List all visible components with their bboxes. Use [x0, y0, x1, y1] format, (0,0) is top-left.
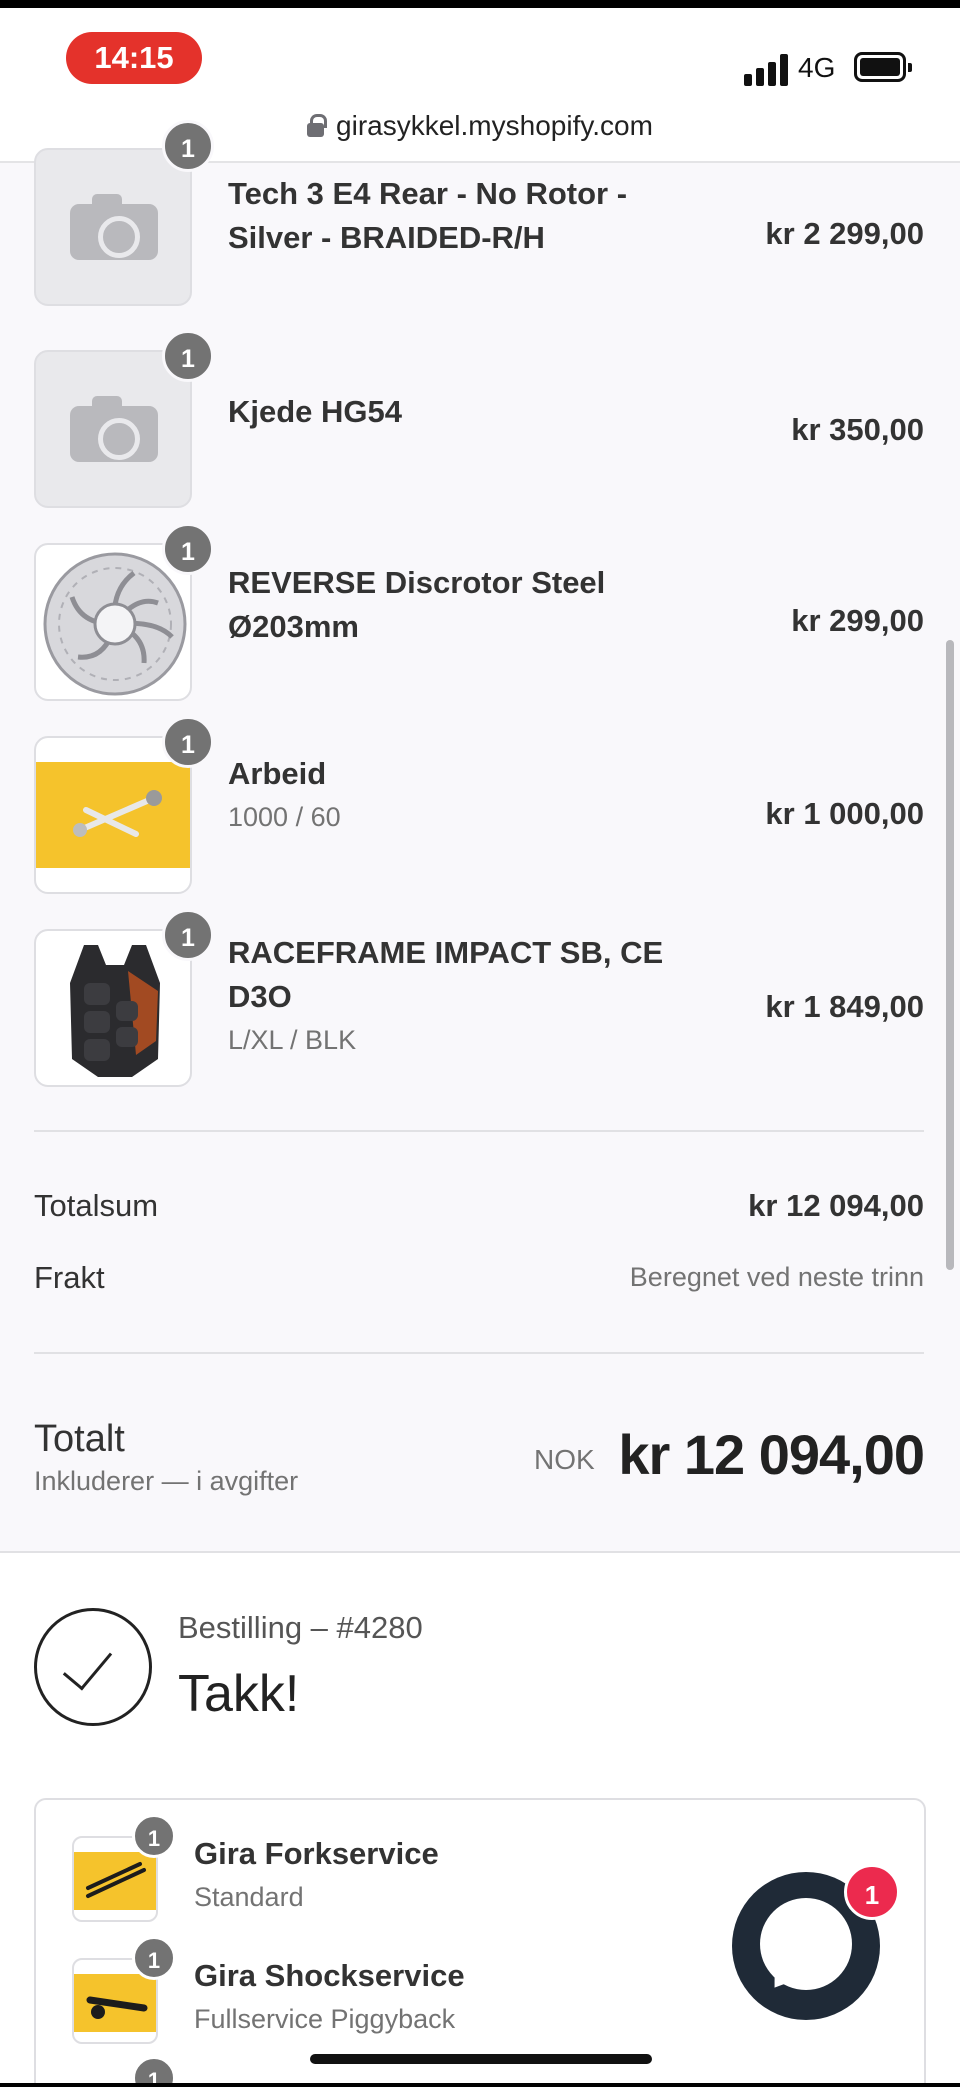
quantity-badge: 1 — [132, 1936, 176, 1980]
item-title: RACEFRAME IMPACT SB, CE D3O — [228, 935, 664, 1014]
subtotal-label: Totalsum — [34, 1188, 159, 1223]
order-item-title: Gira Forkservice — [194, 1836, 439, 1871]
checkout-screen: 14:15 4G girasykkel.myshopify.com 1 Tech… — [0, 8, 960, 2083]
checkmark-icon — [34, 1608, 152, 1726]
total-currency: NOK — [534, 1444, 595, 1475]
browser-top-bar: 14:15 4G girasykkel.myshopify.com — [0, 8, 960, 163]
battery-icon — [854, 52, 912, 82]
item-price: kr 350,00 — [791, 412, 924, 447]
item-price: kr 1 000,00 — [765, 796, 924, 831]
chat-notification-badge: 1 — [844, 1864, 900, 1920]
item-price: kr 2 299,00 — [765, 216, 924, 251]
quantity-badge: 1 — [132, 2056, 176, 2083]
url-bar[interactable]: girasykkel.myshopify.com — [0, 110, 960, 142]
scrollbar[interactable] — [946, 640, 954, 1270]
divider — [34, 1130, 924, 1132]
quantity-badge: 1 — [162, 909, 214, 961]
item-title: Tech 3 E4 Rear - No Rotor - Silver - BRA… — [228, 176, 628, 255]
item-price: kr 299,00 — [791, 603, 924, 638]
divider — [34, 1352, 924, 1354]
item-variant: 1000 / 60 — [228, 802, 341, 832]
product-thumbnail — [34, 148, 192, 306]
home-indicator[interactable] — [310, 2054, 652, 2064]
order-item-variant: Standard — [194, 1882, 304, 1912]
item-price: kr 1 849,00 — [765, 989, 924, 1024]
order-item-variant: Fullservice Piggyback — [194, 2004, 456, 2034]
network-label: 4G — [798, 52, 836, 83]
line-item: 1 Kjede HG54 kr 350,00 — [34, 330, 924, 510]
order-number: Bestilling – #4280 — [178, 1610, 423, 1645]
lock-icon — [307, 114, 328, 137]
quantity-badge: 1 — [162, 330, 214, 382]
total-label: Totalt — [34, 1418, 125, 1460]
shipping-label: Frakt — [34, 1260, 105, 1295]
thank-you-heading: Takk! — [178, 1665, 300, 1723]
line-item: 1 Arbeid 1000 / 60 kr 1 000,00 — [34, 716, 924, 896]
quantity-badge: 1 — [132, 1814, 176, 1858]
total-value: kr 12 094,00 — [618, 1423, 925, 1486]
camera-placeholder-icon — [70, 194, 158, 260]
disc-rotor-image — [43, 552, 187, 696]
item-title: Kjede HG54 — [228, 394, 403, 429]
url-text: girasykkel.myshopify.com — [336, 110, 653, 141]
item-title: Arbeid — [228, 756, 327, 791]
item-variant: L/XL / BLK — [228, 1025, 357, 1055]
subtotal-value: kr 12 094,00 — [748, 1188, 924, 1223]
status-time[interactable]: 14:15 — [66, 32, 202, 84]
line-item: 1 REVERSE Discrotor Steel Ø203mm kr 299,… — [34, 523, 924, 703]
signal-icon — [744, 54, 788, 86]
quantity-badge: 1 — [162, 716, 214, 768]
quantity-badge: 1 — [162, 523, 214, 575]
tools-image — [36, 762, 190, 868]
order-item-title: Gira Shockservice — [194, 1958, 465, 1993]
line-item: 1 Tech 3 E4 Rear - No Rotor - Silver - B… — [34, 120, 924, 316]
body-armor-image — [70, 945, 160, 1077]
shipping-value: Beregnet ved neste trinn — [629, 1262, 924, 1292]
item-title: REVERSE Discrotor Steel Ø203mm — [228, 565, 606, 644]
camera-placeholder-icon — [70, 396, 158, 462]
line-item: 1 RACEFRAME IMPACT SB, CE D3O L/XL / BLK… — [34, 909, 924, 1089]
total-tax-note: Inkluderer — i avgifter — [34, 1466, 299, 1496]
quantity-badge: 1 — [162, 120, 214, 172]
